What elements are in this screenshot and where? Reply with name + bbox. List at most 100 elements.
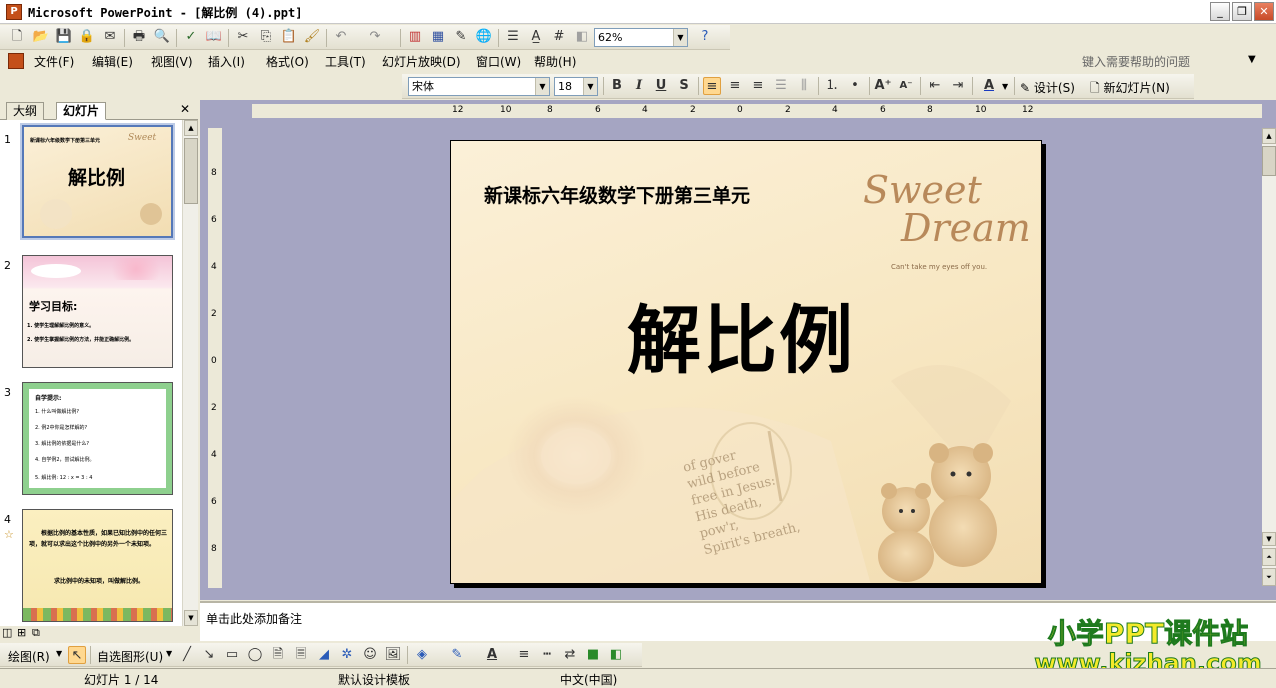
bold-button[interactable]: B: [608, 77, 626, 95]
help-icon[interactable]: ?: [696, 28, 714, 46]
format-painter-icon[interactable]: 🖌: [303, 28, 321, 46]
permission-icon[interactable]: 🔒: [78, 28, 96, 46]
chevron-down-icon[interactable]: ▼: [535, 78, 549, 95]
next-slide-icon[interactable]: ⏷: [1262, 568, 1276, 586]
new-icon[interactable]: 🗋: [8, 28, 26, 46]
help-dropdown-icon[interactable]: ▼: [1248, 54, 1256, 65]
decrease-font-icon[interactable]: A⁻: [897, 77, 915, 95]
pane-close-button[interactable]: ✕: [180, 102, 190, 116]
design-button[interactable]: ✎ 设计(S): [1020, 79, 1075, 96]
menu-edit[interactable]: 编辑(E): [92, 53, 133, 70]
spelling-icon[interactable]: ✓: [182, 28, 200, 46]
numbering-icon[interactable]: ⒈: [823, 77, 841, 95]
arrow-icon[interactable]: ↘: [200, 646, 218, 664]
current-slide[interactable]: of gover wild before free in Jesus: His …: [450, 140, 1042, 584]
autoshapes-button[interactable]: 自选图形(U): [97, 648, 163, 665]
decrease-indent-icon[interactable]: ⇤: [926, 77, 944, 95]
slide-scrollbar[interactable]: ▲ ▼ ⏶ ⏷: [1262, 128, 1276, 586]
zoom-select[interactable]: 62% ▼: [594, 28, 688, 47]
powerpoint-app-icon[interactable]: P: [6, 4, 22, 20]
menu-view[interactable]: 视图(V): [151, 53, 193, 70]
open-icon[interactable]: 📂: [32, 28, 50, 46]
maximize-button[interactable]: ❐: [1232, 2, 1252, 21]
research-icon[interactable]: 📖: [205, 28, 223, 46]
rectangle-icon[interactable]: ▭: [223, 646, 241, 664]
document-icon[interactable]: [8, 53, 24, 69]
chevron-down-icon[interactable]: ▼: [1002, 82, 1008, 91]
increase-font-icon[interactable]: A⁺: [874, 77, 892, 95]
menu-file[interactable]: 文件(F): [34, 53, 74, 70]
slide-subtitle[interactable]: 新课标六年级数学下册第三单元: [484, 181, 750, 208]
menu-help[interactable]: 帮助(H): [534, 53, 576, 70]
line-color-icon[interactable]: ✎: [448, 646, 466, 664]
dash-style-icon[interactable]: ┅: [538, 646, 556, 664]
help-search-input[interactable]: 键入需要帮助的问题: [1082, 53, 1260, 69]
scroll-up-icon[interactable]: ▲: [1262, 128, 1276, 144]
align-right-icon[interactable]: ≡: [749, 77, 767, 95]
undo-icon[interactable]: ↶: [332, 28, 350, 46]
justify-icon[interactable]: ☰: [772, 77, 790, 95]
fill-color-icon[interactable]: ◈: [413, 646, 431, 664]
menu-tools[interactable]: 工具(T): [325, 53, 366, 70]
chevron-down-icon[interactable]: ▼: [673, 29, 687, 46]
scroll-down-icon[interactable]: ▼: [1262, 532, 1276, 546]
select-pointer-icon[interactable]: ↖: [68, 646, 86, 664]
horizontal-ruler[interactable]: 12 10 8 6 4 2 0 2 4 6 8 10 12: [252, 104, 1262, 118]
menu-slideshow[interactable]: 幻灯片放映(D): [382, 53, 461, 70]
slide-thumbnail-3[interactable]: 自学提示: 1. 什么叫做解比例? 2. 例2中你是怎样解的? 3. 解比例的依…: [22, 382, 173, 495]
scroll-thumb[interactable]: [1262, 146, 1276, 176]
tables-borders-icon[interactable]: ✎: [452, 28, 470, 46]
new-slide-button[interactable]: 🗋 新幻灯片(N): [1090, 79, 1170, 100]
font-size-select[interactable]: 18 ▼: [554, 77, 598, 96]
font-color-icon[interactable]: A: [980, 77, 998, 95]
chevron-down-icon[interactable]: ▼: [56, 649, 62, 658]
minimize-button[interactable]: _: [1210, 2, 1230, 21]
bullets-icon[interactable]: •: [846, 77, 864, 95]
slide-thumbnail-4[interactable]: 根据比例的基本性质，如果已知比例中的任何三项，就可以求出这个比例中的另外一个未知…: [22, 509, 173, 622]
align-left-icon[interactable]: ≡: [703, 77, 721, 95]
slides-scrollbar[interactable]: ▲ ▼: [182, 120, 198, 626]
expand-all-icon[interactable]: ☰: [504, 28, 522, 46]
show-formatting-icon[interactable]: A̲: [527, 28, 545, 46]
tab-slides[interactable]: 幻灯片: [56, 102, 107, 120]
scroll-down-icon[interactable]: ▼: [184, 610, 198, 626]
shadow-button[interactable]: S: [675, 77, 693, 95]
align-center-icon[interactable]: ≡: [726, 77, 744, 95]
draw-menu-button[interactable]: 绘图(R): [8, 648, 50, 665]
slide-thumbnail-1[interactable]: 新课标六年级数学下册第三单元 解比例 Sweet: [20, 123, 175, 240]
wordart-icon[interactable]: ◢: [315, 646, 333, 664]
shadow-style-icon[interactable]: ■: [584, 646, 602, 664]
notes-placeholder[interactable]: 单击此处添加备注: [206, 610, 302, 627]
print-preview-icon[interactable]: 🔍: [153, 28, 171, 46]
save-icon[interactable]: 💾: [55, 28, 73, 46]
grid-icon[interactable]: #: [550, 28, 568, 46]
3d-style-icon[interactable]: ◧: [607, 646, 625, 664]
scroll-up-icon[interactable]: ▲: [184, 120, 198, 136]
arrow-style-icon[interactable]: ⇄: [561, 646, 579, 664]
underline-button[interactable]: U: [652, 77, 670, 95]
scroll-thumb[interactable]: [184, 138, 198, 204]
increase-indent-icon[interactable]: ⇥: [949, 77, 967, 95]
slide-thumbnail-2[interactable]: 学习目标: 1. 使学生理解解比例的意义。 2. 使学生掌握解比例的方法，并能正…: [22, 255, 173, 368]
oval-icon[interactable]: ◯: [246, 646, 264, 664]
normal-view-icon[interactable]: ◫: [2, 626, 12, 639]
slideshow-icon[interactable]: ⧉: [32, 626, 40, 640]
vertical-ruler[interactable]: 8 6 4 2 0 2 4 6 8: [208, 128, 222, 588]
tab-outline[interactable]: 大纲: [6, 102, 45, 120]
email-icon[interactable]: ✉: [101, 28, 119, 46]
vertical-textbox-icon[interactable]: 🗏: [292, 646, 310, 664]
copy-icon[interactable]: ⎘: [257, 28, 275, 46]
line-style-icon[interactable]: ≡: [515, 646, 533, 664]
clipart-icon[interactable]: ☺: [361, 646, 379, 664]
close-button[interactable]: ✕: [1254, 2, 1274, 21]
textbox-icon[interactable]: 🗎: [269, 646, 287, 664]
chart-icon[interactable]: ▥: [406, 28, 424, 46]
redo-icon[interactable]: ↷: [366, 28, 384, 46]
menu-insert[interactable]: 插入(I): [208, 53, 245, 70]
cut-icon[interactable]: ✂: [234, 28, 252, 46]
slide-sorter-icon[interactable]: ⊞: [17, 626, 26, 639]
table-icon[interactable]: ▦: [429, 28, 447, 46]
text-color-icon[interactable]: A: [483, 646, 501, 664]
slide-title[interactable]: 解比例: [627, 281, 855, 388]
chevron-down-icon[interactable]: ▼: [583, 78, 597, 95]
